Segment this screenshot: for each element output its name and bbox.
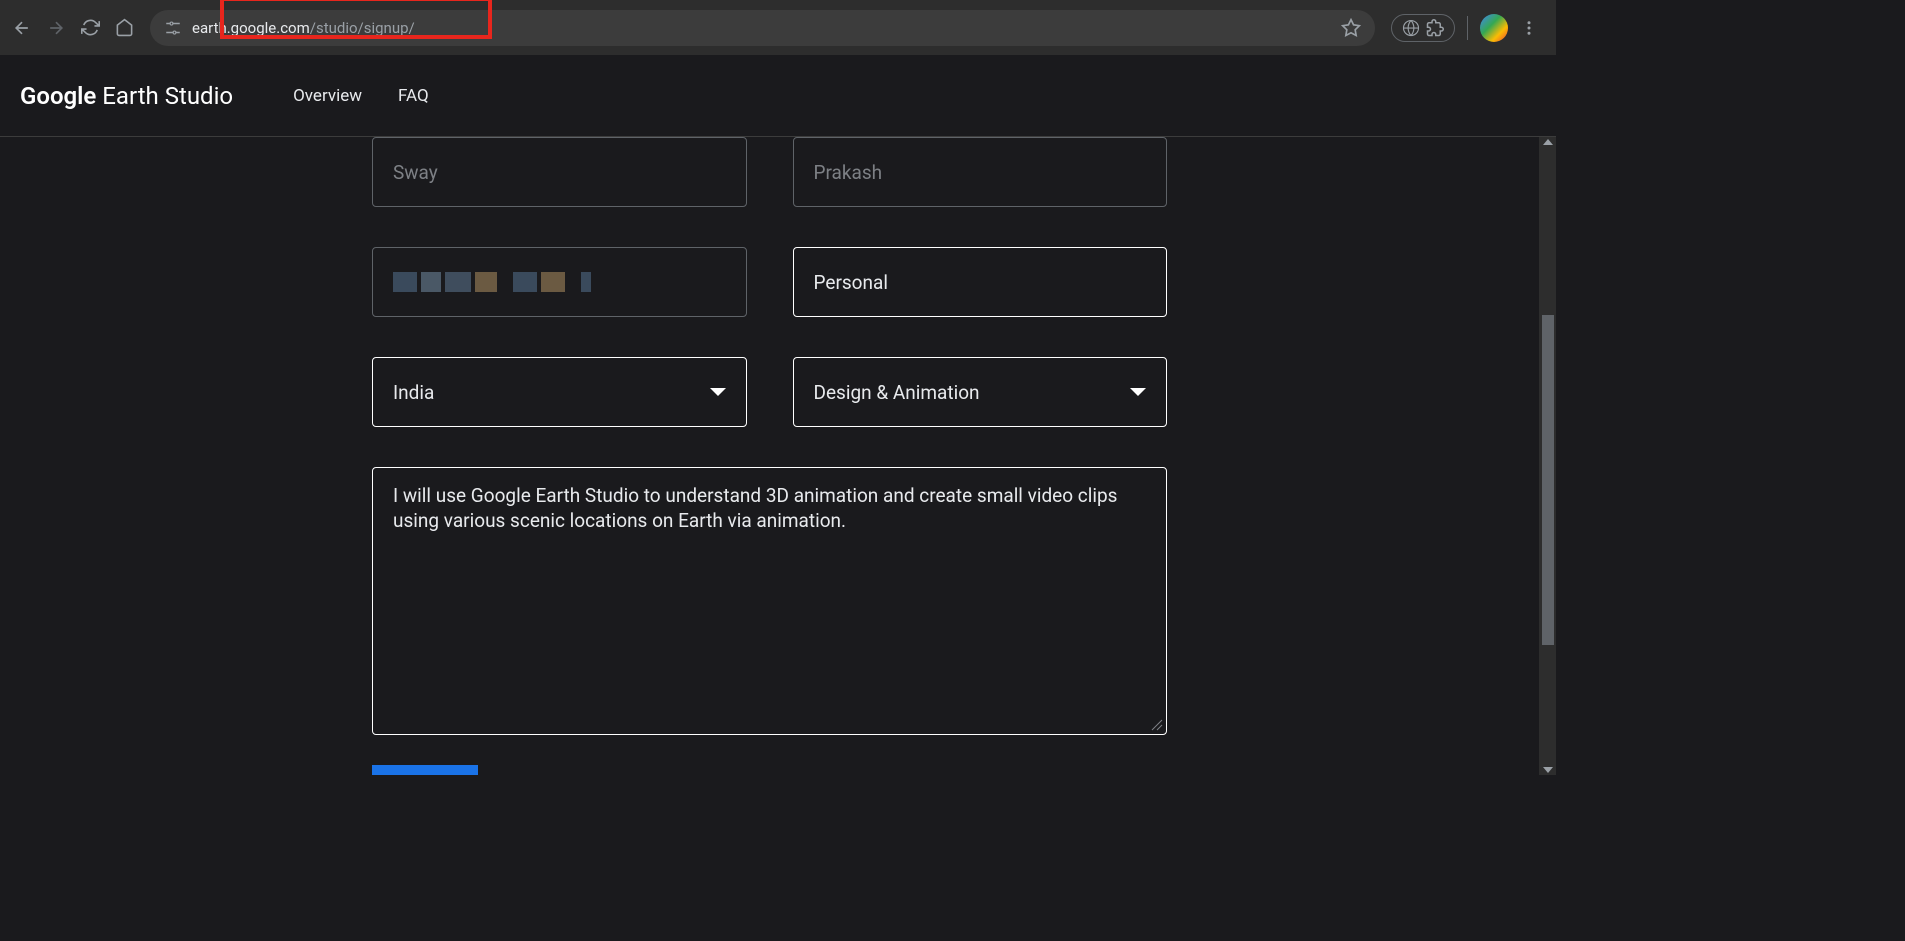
company-input[interactable]: Personal xyxy=(793,247,1168,317)
nav-overview[interactable]: Overview xyxy=(293,86,362,106)
resize-handle-icon[interactable] xyxy=(1151,719,1163,731)
email-input[interactable] xyxy=(372,247,747,317)
industry-select[interactable]: Design & Animation xyxy=(793,357,1168,427)
scrollbar[interactable] xyxy=(1539,137,1556,775)
site-settings-icon[interactable] xyxy=(164,19,182,37)
content-area: Sway Prakash xyxy=(0,137,1539,775)
back-button[interactable] xyxy=(12,18,32,38)
purpose-textarea[interactable]: I will use Google Earth Studio to unders… xyxy=(372,467,1167,735)
home-button[interactable] xyxy=(114,18,134,38)
reload-button[interactable] xyxy=(80,18,100,38)
nav-controls xyxy=(8,18,134,38)
country-select[interactable]: India xyxy=(372,357,747,427)
scroll-track[interactable] xyxy=(1542,145,1554,767)
divider xyxy=(1467,16,1468,40)
globe-icon xyxy=(1402,19,1420,37)
extensions-icon xyxy=(1426,19,1444,37)
logo[interactable]: Google Earth Studio xyxy=(20,82,233,110)
last-name-input[interactable]: Prakash xyxy=(793,137,1168,207)
profile-avatar[interactable] xyxy=(1480,14,1508,42)
scroll-down-icon[interactable] xyxy=(1543,767,1553,773)
browser-right-controls xyxy=(1391,14,1548,42)
signup-form: Sway Prakash xyxy=(0,137,1539,775)
scroll-thumb[interactable] xyxy=(1542,315,1554,645)
forward-button[interactable] xyxy=(46,18,66,38)
url-text: earth.google.com/studio/signup/ xyxy=(192,19,1341,37)
submit-button[interactable]: Submit xyxy=(372,765,478,775)
nav-faq[interactable]: FAQ xyxy=(398,86,429,106)
extensions-group[interactable] xyxy=(1391,14,1455,42)
address-bar[interactable]: earth.google.com/studio/signup/ xyxy=(150,10,1375,46)
browser-menu-button[interactable] xyxy=(1514,19,1544,37)
redacted-email xyxy=(393,272,591,292)
page-header: Google Earth Studio Overview FAQ xyxy=(0,55,1556,137)
browser-toolbar: earth.google.com/studio/signup/ xyxy=(0,0,1556,55)
chevron-down-icon xyxy=(1130,388,1146,396)
first-name-input[interactable]: Sway xyxy=(372,137,747,207)
bookmark-star-icon[interactable] xyxy=(1341,18,1361,38)
nav-links: Overview FAQ xyxy=(293,86,429,106)
chevron-down-icon xyxy=(710,388,726,396)
